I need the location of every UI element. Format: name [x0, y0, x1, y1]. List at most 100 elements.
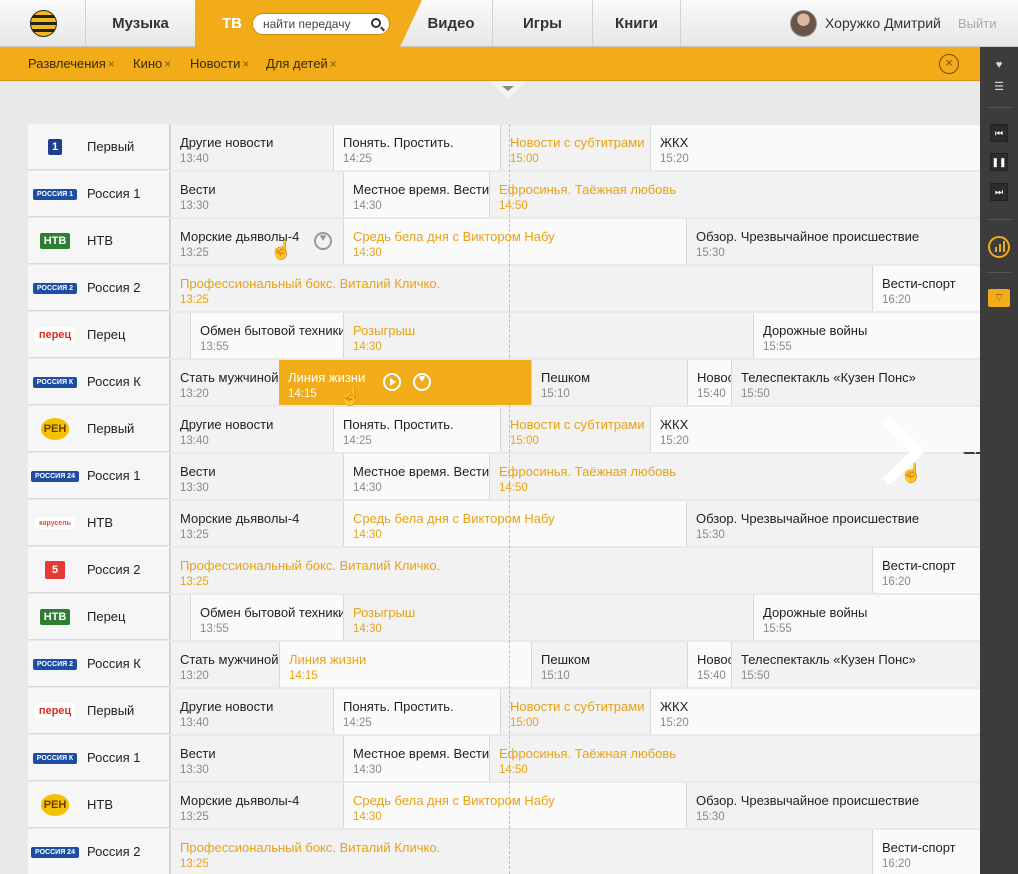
filter-chip[interactable]: Развлечения ×	[28, 47, 115, 81]
favorite-heart-icon[interactable]	[314, 232, 332, 250]
program-cell[interactable]: Понять. Простить. 14:25	[333, 689, 500, 734]
program-cell[interactable]: Другие новости 13:40	[170, 689, 333, 734]
program-cell[interactable]	[170, 595, 190, 640]
program-cell[interactable]: Профессиональный бокс. Виталий Кличко. 13…	[170, 830, 872, 874]
program-cell[interactable]: Дорожные войны 15:55	[753, 595, 980, 640]
previous-icon[interactable]: ⏮	[990, 124, 1008, 142]
search-icon[interactable]	[371, 18, 381, 28]
program-cell[interactable]: Новости 15:40	[687, 642, 731, 687]
program-cell[interactable]: Ефросинья. Таёжная любовь 14:50	[489, 736, 980, 781]
channel-cell[interactable]: перец Первый	[28, 688, 170, 734]
program-title: Местное время. Вести	[353, 746, 489, 761]
program-cell[interactable]: Обмен бытовой техники 13:55	[190, 595, 343, 640]
program-cell[interactable]: Новости с субтитрами 15:00	[500, 125, 650, 170]
channel-cell[interactable]: РОССИЯ 2 Россия К	[28, 641, 170, 687]
logout-link[interactable]: Выйти	[958, 0, 997, 47]
channel-cell[interactable]: РЕН Первый	[28, 406, 170, 452]
program-cell[interactable]: Стать мужчиной 13:20	[170, 642, 280, 687]
program-cell[interactable]: Другие новости 13:40	[170, 125, 333, 170]
remove-filter-icon[interactable]: ×	[108, 57, 115, 71]
remove-filter-icon[interactable]: ×	[164, 57, 171, 71]
channel-cell[interactable]: перец Перец	[28, 312, 170, 358]
program-cell[interactable]: Обмен бытовой техники 13:55	[190, 313, 343, 358]
program-cell[interactable]: Средь бела дня с Виктором Набу 14:30	[343, 219, 686, 264]
pause-icon[interactable]: ❚❚	[990, 153, 1008, 171]
user-avatar[interactable]	[790, 10, 817, 37]
user-name[interactable]: Хоружко Дмитрий	[825, 0, 941, 47]
channel-name: Россия 1	[87, 750, 141, 765]
equalizer-icon[interactable]	[988, 236, 1010, 258]
program-cell[interactable]: Новости с субтитрами 15:00	[500, 407, 650, 452]
channel-cell[interactable]: РОССИЯ 24 Россия 1	[28, 453, 170, 499]
remove-filter-icon[interactable]: ×	[330, 57, 337, 71]
channel-cell[interactable]: РОССИЯ К Россия К	[28, 359, 170, 405]
channel-cell[interactable]: РОССИЯ К Россия 1	[28, 735, 170, 781]
channel-cell[interactable]: РОССИЯ 1 Россия 1	[28, 171, 170, 217]
program-cell[interactable]: Местное время. Вести 14:30	[343, 172, 489, 217]
program-cell[interactable]: Профессиональный бокс. Виталий Кличко. 13…	[170, 266, 872, 311]
filter-chip[interactable]: Для детей ×	[266, 47, 337, 81]
program-cell[interactable]: Новости 15:40	[687, 360, 731, 405]
channel-cell[interactable]: НТВ НТВ	[28, 218, 170, 264]
program-cell[interactable]: Вести-спорт 16:20	[872, 266, 980, 311]
channel-cell[interactable]: 5 Россия 2	[28, 547, 170, 593]
remove-filter-icon[interactable]: ×	[242, 57, 249, 71]
channel-cell[interactable]: РОССИЯ 24 Россия 2	[28, 829, 170, 874]
search-input[interactable]: найти передачу	[252, 13, 390, 35]
program-cell[interactable]	[170, 313, 190, 358]
program-cell[interactable]: Розыгрыш 14:30	[343, 313, 753, 358]
program-cell[interactable]: Средь бела дня с Виктором Набу 14:30	[343, 501, 686, 546]
filter-chip[interactable]: Кино ×	[133, 47, 171, 81]
program-cell[interactable]: Пешком 15:10	[531, 360, 687, 405]
program-cell[interactable]: Средь бела дня с Виктором Набу 14:30	[343, 783, 686, 828]
wifi-icon[interactable]: ⌔	[988, 289, 1010, 307]
program-cell[interactable]: Местное время. Вести 14:30	[343, 736, 489, 781]
program-cell[interactable]: Обзор. Чрезвычайное происшествие 15:30	[686, 783, 980, 828]
program-cell[interactable]: Обзор. Чрезвычайное происшествие 15:30	[686, 501, 980, 546]
program-cell[interactable]: Обзор. Чрезвычайное происшествие 15:30	[686, 219, 980, 264]
program-cell[interactable]: Профессиональный бокс. Виталий Кличко. 13…	[170, 548, 872, 593]
channel-cell[interactable]: карусель НТВ	[28, 500, 170, 546]
program-cell[interactable]: Линия жизни 14:15	[279, 642, 531, 687]
program-cell[interactable]: Вести-спорт 16:20	[872, 548, 980, 593]
program-cell[interactable]: ЖКХ 15:20	[650, 125, 980, 170]
nav-tab-music[interactable]: Музыка	[85, 0, 195, 47]
clear-filters-close-icon[interactable]: ×	[939, 54, 959, 74]
program-cell[interactable]: Линия жизни 14:15	[279, 360, 531, 405]
program-cell[interactable]: Телеспектакль «Кузен Понс» 15:50	[731, 360, 980, 405]
channel-cell[interactable]: 1 Первый	[28, 124, 170, 170]
program-cell[interactable]: Стать мужчиной 13:20	[170, 360, 280, 405]
nav-tab-games[interactable]: Игры	[492, 0, 592, 47]
nav-tab-books[interactable]: Книги	[592, 0, 680, 47]
program-cell[interactable]: Пешком 15:10	[531, 642, 687, 687]
program-cell[interactable]: Вести 13:30	[170, 736, 343, 781]
filter-chip[interactable]: Новости ×	[190, 47, 249, 81]
program-cell[interactable]: Морские дьяволы-4 13:25	[170, 219, 343, 264]
program-cell[interactable]: Телеспектакль «Кузен Понс» 15:50	[731, 642, 980, 687]
program-cell[interactable]: Новости с субтитрами 15:00	[500, 689, 650, 734]
next-icon[interactable]: ⏭	[990, 183, 1008, 201]
program-cell[interactable]: Вести 13:30	[170, 454, 343, 499]
channel-cell[interactable]: РОССИЯ 2 Россия 2	[28, 265, 170, 311]
program-cell[interactable]: ЖКХ 15:20	[650, 407, 980, 452]
program-cell[interactable]: Вести-спорт 16:20	[872, 830, 980, 874]
play-icon[interactable]	[383, 373, 401, 391]
list-icon[interactable]: ☰	[980, 73, 1018, 101]
program-cell[interactable]: Морские дьяволы-4 13:25	[170, 783, 343, 828]
program-cell[interactable]: Морские дьяволы-4 13:25	[170, 501, 343, 546]
program-cell[interactable]: Розыгрыш 14:30	[343, 595, 753, 640]
program-cell[interactable]: Ефросинья. Таёжная любовь 14:50	[489, 172, 980, 217]
nav-tab-video[interactable]: Видео	[410, 0, 492, 47]
channel-cell[interactable]: НТВ Перец	[28, 594, 170, 640]
program-cell[interactable]: Понять. Простить. 14:25	[333, 125, 500, 170]
beeline-logo-icon[interactable]	[30, 10, 57, 37]
chevron-down-icon[interactable]	[502, 86, 514, 91]
program-cell[interactable]: Местное время. Вести 14:30	[343, 454, 489, 499]
program-cell[interactable]: ЖКХ 15:20	[650, 689, 980, 734]
program-cell[interactable]: Понять. Простить. 14:25	[333, 407, 500, 452]
favorite-heart-icon[interactable]	[413, 373, 431, 391]
program-cell[interactable]: Дорожные войны 15:55	[753, 313, 980, 358]
program-cell[interactable]: Другие новости 13:40	[170, 407, 333, 452]
channel-cell[interactable]: РЕН НТВ	[28, 782, 170, 828]
program-cell[interactable]: Вести 13:30	[170, 172, 343, 217]
